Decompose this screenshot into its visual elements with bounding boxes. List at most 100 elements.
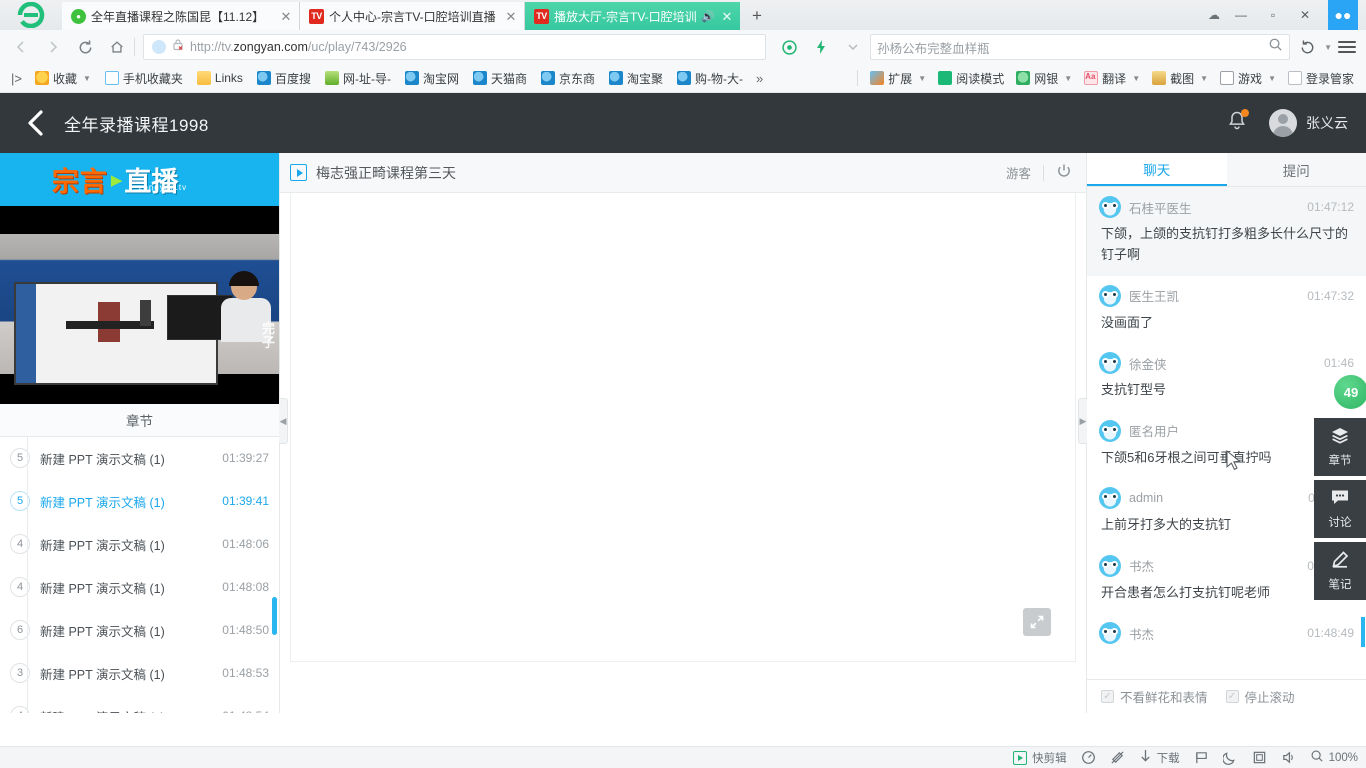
chapter-scrollbar[interactable] xyxy=(272,596,277,635)
chapter-number: 5 xyxy=(0,448,40,469)
minimize-button[interactable]: — xyxy=(1230,8,1252,22)
bookmark-item[interactable]: 淘宝网 xyxy=(399,68,465,89)
chapter-item[interactable]: 5 新建 PPT 演示文稿 (1) 01:39:27 xyxy=(0,437,279,480)
back-button[interactable] xyxy=(14,101,58,145)
bookmark-item[interactable]: 淘宝聚 xyxy=(603,68,669,89)
chapter-item[interactable]: 4 新建 PPT 演示文稿 (1) 01:48:54 xyxy=(0,695,279,713)
user-menu[interactable]: 张义云 xyxy=(1269,109,1348,137)
tab-mute-icon[interactable]: 🔊 xyxy=(701,10,715,23)
logo-sub-text: 直播 xyxy=(124,167,179,198)
chevron-down-icon[interactable]: ▼ xyxy=(83,74,91,83)
fullscreen-icon[interactable] xyxy=(1023,608,1051,636)
statusbar-zoom[interactable]: 100% xyxy=(1310,749,1358,766)
address-bar[interactable]: http://tv.zongyan.com/uc/play/743/2926 xyxy=(143,34,767,60)
bookmarks-overflow-icon[interactable]: » xyxy=(751,71,768,86)
camera-preview[interactable]: 完子 xyxy=(0,206,279,404)
chevron-down-icon[interactable]: ▼ xyxy=(918,74,926,83)
browser-tab-1[interactable]: ● 全年直播课程之陈国昆【11.12】 ✕ xyxy=(62,2,300,30)
tab-close-icon[interactable]: ✕ xyxy=(720,10,734,23)
option-stop-scroll[interactable]: ✓ 停止滚动 xyxy=(1225,687,1295,706)
bookmark-item[interactable]: 京东商 xyxy=(535,68,601,89)
key-icon xyxy=(1287,71,1302,85)
toolbar-login-manager[interactable]: 登录管家 xyxy=(1282,68,1360,89)
chevron-down-icon[interactable]: ▼ xyxy=(1200,74,1208,83)
flag-icon[interactable] xyxy=(1194,750,1209,765)
tv-icon: TV xyxy=(534,8,549,24)
bookmark-item[interactable]: 手机收藏夹 xyxy=(99,68,189,89)
search-icon[interactable] xyxy=(1268,37,1283,57)
search-input[interactable]: 孙杨公布完整血样瓶 xyxy=(870,34,1291,60)
chevron-down-icon[interactable]: ▼ xyxy=(1324,43,1332,52)
statusbar-downloads[interactable]: 下载 xyxy=(1139,749,1180,767)
forward-icon[interactable] xyxy=(38,32,68,62)
toolbar-screenshot[interactable]: 截图 ▼ xyxy=(1146,68,1214,89)
chevron-down-icon[interactable]: ▼ xyxy=(1132,74,1140,83)
chapter-item[interactable]: 3 新建 PPT 演示文稿 (1) 01:48:53 xyxy=(0,652,279,695)
reload-icon[interactable] xyxy=(70,32,100,62)
browser-tab-2[interactable]: TV 个人中心-宗言TV-口腔培训直播 ✕ xyxy=(300,2,525,30)
home-icon[interactable] xyxy=(102,32,132,62)
tv-icon: TV xyxy=(309,8,324,24)
tab-chat[interactable]: 聊天 xyxy=(1087,153,1227,186)
ad-block-icon[interactable] xyxy=(1110,750,1125,765)
bookmark-item[interactable]: Links xyxy=(191,69,249,87)
toolbar-games[interactable]: 游戏 ▼ xyxy=(1214,68,1282,89)
page-info-icon[interactable] xyxy=(152,40,166,54)
chapter-item[interactable]: 4 新建 PPT 演示文稿 (1) 01:48:06 xyxy=(0,523,279,566)
maximize-button[interactable]: ▫ xyxy=(1262,8,1284,22)
checkbox-icon[interactable]: ✓ xyxy=(1101,690,1114,703)
bookmark-item[interactable]: 天猫商 xyxy=(467,68,533,89)
qq-badge-icon[interactable]: ●● xyxy=(1328,0,1358,30)
dock-label: 笔记 xyxy=(1328,578,1352,591)
dock-item-notes[interactable]: 笔记 xyxy=(1314,542,1366,600)
browser-tab-3-active[interactable]: TV 播放大厅-宗言TV-口腔培训直 🔊 ✕ xyxy=(525,2,740,30)
chevron-down-icon[interactable] xyxy=(838,32,868,62)
option-hide-flowers[interactable]: ✓ 不看鲜花和表情 xyxy=(1101,687,1208,706)
moon-icon[interactable] xyxy=(1222,750,1238,765)
history-undo-icon[interactable] xyxy=(1292,32,1322,62)
cloud-sync-icon[interactable]: ☁ xyxy=(1208,8,1220,22)
speed-icon[interactable] xyxy=(1081,750,1096,765)
chevron-down-icon[interactable]: ▼ xyxy=(1268,74,1276,83)
checkbox-icon[interactable]: ✓ xyxy=(1225,690,1239,703)
bookmark-item[interactable]: 百度搜 xyxy=(251,68,317,89)
star-icon xyxy=(34,71,49,85)
dock-item-chapters[interactable]: 章节 xyxy=(1314,418,1366,476)
unread-badge[interactable]: 49 xyxy=(1332,373,1366,411)
bell-icon[interactable] xyxy=(1227,109,1249,136)
toolbar-bank[interactable]: 网银 ▼ xyxy=(1010,68,1078,89)
power-icon[interactable] xyxy=(1056,163,1072,182)
browser-menu-icon[interactable] xyxy=(1334,34,1360,60)
tab-close-icon[interactable]: ✕ xyxy=(504,10,518,23)
chat-scrollbar[interactable] xyxy=(1361,617,1365,647)
lightning-icon[interactable] xyxy=(774,32,804,62)
chapter-list[interactable]: 5 新建 PPT 演示文稿 (1) 01:39:27 5 新建 PPT 演示文稿… xyxy=(0,436,279,713)
new-tab-button[interactable]: + xyxy=(740,2,774,30)
toolbar-reader-mode[interactable]: 阅读模式 xyxy=(932,68,1010,89)
bookmark-item[interactable]: 购-物-大- xyxy=(671,68,749,89)
video-stage[interactable] xyxy=(290,193,1076,661)
toolbar-extensions[interactable]: 扩展 ▼ xyxy=(864,68,932,89)
toolbar-translate[interactable]: Aa 翻译 ▼ xyxy=(1078,68,1146,89)
game-icon xyxy=(1220,71,1235,85)
right-panel-collapse-handle[interactable]: ▶ xyxy=(1078,398,1087,444)
main-area: 宗言 ▶ 直播 zongyan.tv 完子 章节 5 新建 PPT 演示文稿 (… xyxy=(0,153,1366,713)
volume-icon[interactable] xyxy=(1281,750,1296,765)
tab-questions[interactable]: 提问 xyxy=(1227,153,1366,186)
dock-item-discussion[interactable]: 讨论 xyxy=(1314,480,1366,538)
preview-watermark: 完子 xyxy=(261,321,275,350)
chapter-item[interactable]: 6 新建 PPT 演示文稿 (1) 01:48:50 xyxy=(0,609,279,652)
close-button[interactable]: ✕ xyxy=(1294,8,1316,22)
chapter-item[interactable]: 4 新建 PPT 演示文稿 (1) 01:48:08 xyxy=(0,566,279,609)
bookmark-item[interactable]: 网-址-导- xyxy=(319,68,397,89)
back-icon[interactable] xyxy=(6,32,36,62)
statusbar-kuaijianji[interactable]: 快剪辑 xyxy=(1013,750,1067,766)
bookmark-item[interactable]: 收藏 ▼ xyxy=(29,68,97,89)
chapter-item-active[interactable]: 5 新建 PPT 演示文稿 (1) 01:39:41 xyxy=(0,480,279,523)
window-icon[interactable] xyxy=(1252,750,1267,765)
bookmarks-expand-icon[interactable]: |> xyxy=(6,71,27,86)
tab-close-icon[interactable]: ✕ xyxy=(279,10,293,23)
speed-boost-icon[interactable] xyxy=(806,32,836,62)
chevron-down-icon[interactable]: ▼ xyxy=(1064,74,1072,83)
left-panel-collapse-handle[interactable]: ◀ xyxy=(279,398,288,444)
